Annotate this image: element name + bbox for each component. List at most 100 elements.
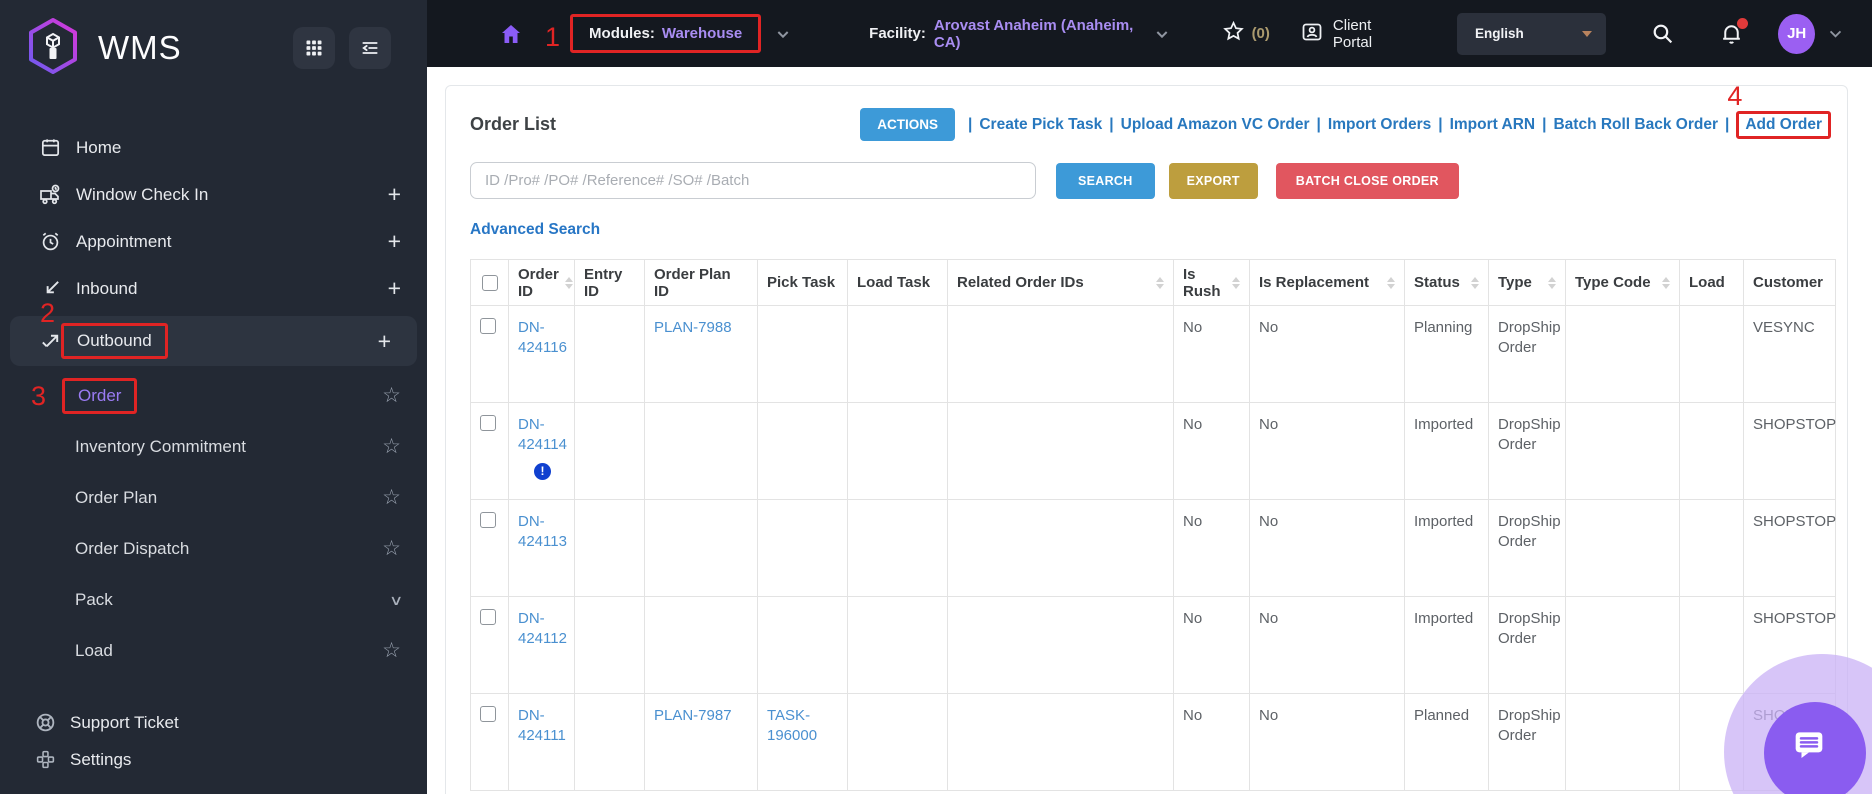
row-checkbox[interactable] [480, 415, 496, 431]
row-checkbox[interactable] [480, 706, 496, 722]
search-button[interactable]: SEARCH [1056, 162, 1155, 199]
sidebar-item-settings[interactable]: Settings [0, 741, 427, 778]
order-id-link[interactable]: DN-424111 [518, 707, 566, 744]
table-body: DN-424116 PLAN-7988 No No Planning DropShip O… [470, 305, 1836, 791]
truck-clock-icon [38, 183, 62, 207]
row-checkbox[interactable] [480, 512, 496, 528]
avatar-chevron-down-icon[interactable] [1827, 25, 1844, 42]
collapse-menu-icon[interactable] [349, 27, 391, 69]
order-plan-id-link[interactable]: PLAN-7987 [654, 707, 732, 724]
col-type[interactable]: Type [1488, 259, 1566, 306]
info-icon[interactable]: ! [534, 462, 551, 480]
cell-checkbox [470, 402, 509, 500]
search-input[interactable] [470, 162, 1036, 199]
sort-icon[interactable] [1656, 276, 1670, 289]
col-select-all[interactable] [470, 259, 509, 306]
sidebar-item-inbound[interactable]: Inbound + [0, 265, 427, 312]
search-icon[interactable] [1650, 21, 1675, 46]
chat-widget-button[interactable] [1764, 702, 1866, 794]
main-content: Order List ACTIONS | Create Pick Task | Upl… [427, 67, 1872, 794]
import-orders-link[interactable]: Import Orders [1328, 116, 1431, 134]
add-order-link[interactable]: Add Order [1745, 116, 1822, 133]
col-type-code[interactable]: Type Code [1565, 259, 1680, 306]
avatar[interactable]: JH [1778, 13, 1815, 54]
sort-icon[interactable] [1226, 276, 1240, 289]
col-related-order-ids[interactable]: Related Order IDs [947, 259, 1174, 306]
sidebar-item-window-check-in[interactable]: Window Check In + [0, 171, 427, 218]
facility-selector[interactable]: Facility: Arovast Anaheim (Anaheim, CA) [869, 17, 1139, 51]
star-icon[interactable]: ☆ [382, 487, 401, 508]
sidebar-item-order[interactable]: Order 3 ☆ [0, 370, 427, 421]
star-icon[interactable]: ☆ [382, 538, 401, 559]
page-title: Order List [470, 114, 557, 134]
row-checkbox[interactable] [480, 318, 496, 334]
facility-chevron-down-icon[interactable] [1154, 26, 1170, 42]
language-caret-icon [1582, 30, 1593, 37]
sidebar-item-appointment[interactable]: Appointment + [0, 218, 427, 265]
actions-button[interactable]: ACTIONS [860, 108, 956, 141]
cell-related-order-ids [947, 402, 1174, 500]
sidebar-item-label: Support Ticket [70, 712, 179, 732]
sidebar-item-order-plan[interactable]: Order Plan ☆ [0, 472, 427, 523]
cell-related-order-ids [947, 499, 1174, 597]
favorites-indicator[interactable]: (0) [1222, 20, 1270, 48]
pick-task-link[interactable]: TASK-196000 [767, 707, 817, 744]
col-order-id[interactable]: Order ID [508, 259, 575, 306]
batch-roll-back-order-link[interactable]: Batch Roll Back Order [1553, 116, 1718, 134]
cell-pick-task [757, 499, 848, 597]
modules-chevron-down-icon[interactable] [775, 26, 791, 42]
upload-amazon-vc-order-link[interactable]: Upload Amazon VC Order [1121, 116, 1310, 134]
cell-is-replacement: No [1249, 693, 1405, 791]
cell-order-plan-id [644, 402, 758, 500]
language-dropdown[interactable]: English [1457, 12, 1607, 55]
sort-icon[interactable] [1150, 276, 1164, 289]
sidebar-item-pack[interactable]: Pack ∨ [0, 574, 427, 625]
action-links-row: | Create Pick Task | Upload Amazon VC Order… [961, 82, 1831, 139]
column-label: Type Code [1575, 274, 1651, 291]
sort-icon[interactable] [559, 276, 573, 289]
sidebar-item-inventory-commitment[interactable]: Inventory Commitment ☆ [0, 421, 427, 472]
star-icon[interactable]: ☆ [382, 385, 401, 406]
sidebar-item-outbound[interactable]: Outbound 2 + [10, 300, 417, 366]
sort-icon[interactable] [1465, 276, 1479, 289]
sort-icon[interactable] [1381, 276, 1395, 289]
export-button[interactable]: EXPORT [1168, 162, 1258, 199]
order-id-link[interactable]: DN-424114 [518, 416, 567, 453]
column-label: Is Replacement [1259, 274, 1370, 291]
column-label: Entry ID [584, 265, 623, 300]
cell-order-id: DN-424113 [508, 499, 575, 597]
sidebar-item-load[interactable]: Load ☆ [0, 625, 427, 676]
apps-grid-icon[interactable] [293, 27, 335, 69]
sidebar-item-home[interactable]: Home [0, 124, 427, 171]
create-pick-task-link[interactable]: Create Pick Task [979, 116, 1102, 134]
advanced-search-link[interactable]: Advanced Search [470, 221, 600, 239]
col-is-rush[interactable]: Is Rush [1173, 259, 1250, 306]
sidebar-item-label: Load [75, 640, 113, 660]
order-id-link[interactable]: DN-424116 [518, 319, 567, 356]
sidebar-item-label: Order [78, 385, 122, 405]
notifications-bell-icon[interactable] [1719, 18, 1749, 46]
star-icon[interactable]: ☆ [382, 436, 401, 457]
row-checkbox[interactable] [480, 609, 496, 625]
import-arn-link[interactable]: Import ARN [1450, 116, 1536, 134]
order-id-link[interactable]: DN-424112 [518, 610, 567, 647]
column-label: Customer [1753, 274, 1824, 291]
cell-type: DropShip Order [1488, 693, 1566, 791]
cell-type-code [1565, 596, 1680, 694]
modules-selector[interactable]: Modules: Warehouse [570, 14, 762, 53]
select-all-checkbox[interactable] [482, 274, 498, 291]
cell-customer: SHOPSTOP [1743, 402, 1836, 500]
home-icon[interactable] [499, 22, 523, 46]
cell-is-rush: No [1173, 499, 1250, 597]
sidebar-item-order-dispatch[interactable]: Order Dispatch ☆ [0, 523, 427, 574]
sidebar-item-support-ticket[interactable]: Support Ticket [0, 704, 427, 741]
star-icon[interactable]: ☆ [382, 640, 401, 661]
order-plan-id-link[interactable]: PLAN-7988 [654, 319, 732, 336]
client-portal-link[interactable]: Client Portal [1300, 17, 1405, 51]
batch-close-order-button[interactable]: BATCH CLOSE ORDER [1275, 162, 1459, 199]
language-value: English [1475, 26, 1524, 41]
col-status[interactable]: Status [1404, 259, 1489, 306]
sort-icon[interactable] [1542, 276, 1556, 289]
col-is-replacement[interactable]: Is Replacement [1249, 259, 1405, 306]
order-id-link[interactable]: DN-424113 [518, 513, 567, 550]
